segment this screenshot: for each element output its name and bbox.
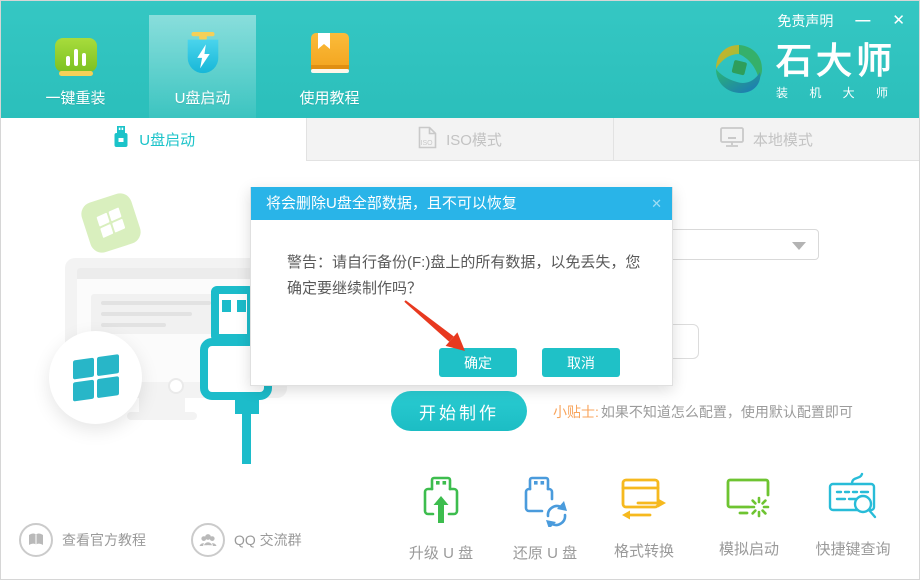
people-circle-icon bbox=[191, 523, 225, 557]
simulate-boot-icon bbox=[725, 477, 773, 528]
monitor-icon bbox=[720, 127, 744, 152]
app-header: 一键重装 U盘启动 bbox=[1, 1, 919, 118]
windows-chip-icon bbox=[78, 190, 144, 256]
main-tab-label: 一键重装 bbox=[45, 87, 105, 108]
tab-usb-boot[interactable]: U盘启动 bbox=[149, 15, 256, 118]
pointer-arrow bbox=[403, 297, 473, 359]
tip-label: 小贴士: bbox=[553, 404, 599, 420]
footer-bar: 查看官方教程 QQ 交流群 bbox=[1, 463, 919, 580]
dialog-header: 将会删除U盘全部数据，且不可以恢复 ✕ bbox=[251, 187, 672, 220]
tool-label: 升级 U 盘 bbox=[409, 542, 473, 563]
tool-restore-usb[interactable]: 还原 U 盘 bbox=[490, 475, 600, 563]
tip-text: 小贴士:如果不知道怎么配置，使用默认配置即可 bbox=[553, 402, 853, 422]
monitor-stand-base bbox=[127, 412, 197, 420]
main-tab-label: 使用教程 bbox=[299, 87, 359, 108]
minimize-button[interactable]: — bbox=[855, 12, 870, 30]
app-window: 一键重装 U盘启动 bbox=[0, 0, 920, 580]
tool-label: 快捷键查询 bbox=[815, 538, 890, 559]
usb-upgrade-icon bbox=[419, 475, 463, 532]
tool-upgrade-usb[interactable]: 升级 U 盘 bbox=[386, 475, 496, 563]
main-tab-label: U盘启动 bbox=[175, 87, 231, 108]
cancel-button[interactable]: 取消 bbox=[542, 348, 620, 377]
tool-label: 格式转换 bbox=[614, 540, 674, 561]
qq-group-link[interactable]: QQ 交流群 bbox=[191, 523, 302, 557]
tool-label: 模拟启动 bbox=[719, 538, 779, 559]
main-tab-bar: 一键重装 U盘启动 bbox=[22, 15, 383, 118]
book-circle-icon bbox=[19, 523, 53, 557]
dialog-title: 将会删除U盘全部数据，且不可以恢复 bbox=[266, 195, 517, 212]
brand-subtitle: 装 机 大 师 bbox=[776, 84, 897, 101]
tool-simulate-boot[interactable]: 模拟启动 bbox=[694, 477, 804, 559]
svg-text:ISO: ISO bbox=[421, 140, 434, 147]
mode-tab-usb-boot[interactable]: U盘启动 bbox=[1, 118, 306, 161]
hotkey-search-icon bbox=[827, 471, 879, 528]
format-convert-icon bbox=[620, 477, 668, 530]
brand-logo: 石大师 装 机 大 师 bbox=[712, 41, 897, 101]
dialog-message: 警告：请自行备份(F:)盘上的所有数据，以免丢失，您确定要继续制作吗？ bbox=[287, 250, 649, 303]
usb-drive-illustration bbox=[211, 286, 255, 342]
windows-logo-badge bbox=[49, 331, 142, 424]
mode-tab-local[interactable]: 本地模式 bbox=[613, 118, 919, 161]
disclaimer-link[interactable]: 免责声明 bbox=[777, 11, 833, 31]
footer-link-label: 查看官方教程 bbox=[62, 530, 146, 550]
usb-cable bbox=[242, 413, 251, 464]
mode-tab-bar: U盘启动 ISO ISO模式 本地模式 bbox=[1, 118, 919, 161]
chevron-down-icon bbox=[792, 242, 806, 250]
mode-tab-label: U盘启动 bbox=[139, 129, 195, 150]
chart-icon bbox=[54, 30, 98, 78]
mode-tab-label: 本地模式 bbox=[753, 129, 813, 150]
shield-bolt-icon bbox=[181, 30, 225, 78]
main-content: 开始制作 小贴士:如果不知道怎么配置，使用默认配置即可 将会删除U盘全部数据，且… bbox=[1, 161, 919, 463]
tool-hotkey-query[interactable]: 快捷键查询 bbox=[798, 471, 908, 559]
start-make-button[interactable]: 开始制作 bbox=[391, 391, 527, 431]
tab-tutorial[interactable]: 使用教程 bbox=[276, 15, 383, 118]
mode-tab-label: ISO模式 bbox=[446, 129, 502, 150]
official-tutorial-link[interactable]: 查看官方教程 bbox=[19, 523, 146, 557]
usb-icon bbox=[112, 126, 130, 152]
footer-link-label: QQ 交流群 bbox=[234, 530, 302, 550]
dialog-close-icon[interactable]: ✕ bbox=[651, 187, 662, 220]
monitor-stand bbox=[139, 398, 185, 412]
tool-format-convert[interactable]: 格式转换 bbox=[589, 477, 699, 561]
titlebar-controls: 免责声明 — ✕ bbox=[777, 11, 905, 31]
brand-logo-icon bbox=[712, 42, 766, 101]
usb-restore-icon bbox=[521, 475, 569, 532]
tab-onekey-reinstall[interactable]: 一键重装 bbox=[22, 15, 129, 118]
brand-name: 石大师 bbox=[776, 41, 897, 81]
mode-tab-iso[interactable]: ISO ISO模式 bbox=[306, 118, 612, 161]
iso-file-icon: ISO bbox=[418, 126, 437, 153]
close-button[interactable]: ✕ bbox=[892, 12, 905, 30]
book-icon bbox=[308, 30, 352, 78]
tool-label: 还原 U 盘 bbox=[513, 542, 577, 563]
usb-cable-connector bbox=[235, 399, 259, 414]
